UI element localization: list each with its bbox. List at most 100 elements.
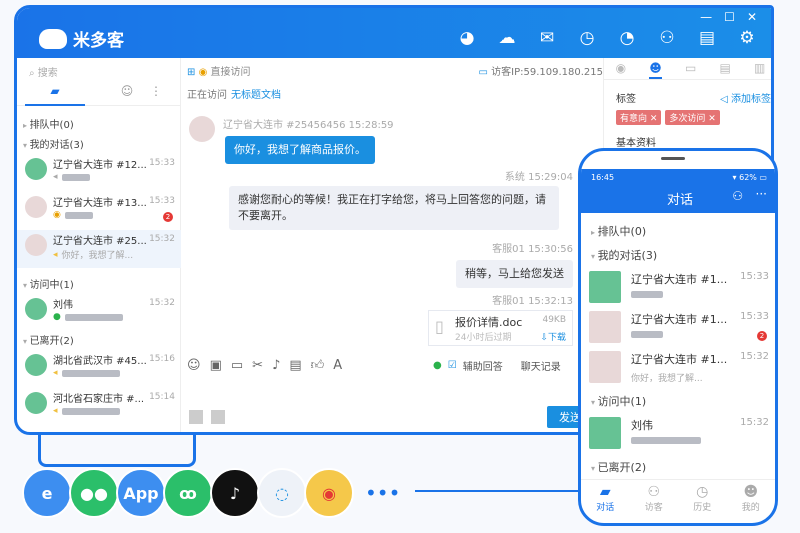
message-meta: 辽宁省大连市 #25456456 15:28:59 bbox=[223, 120, 394, 131]
clock-icon[interactable]: ◷ bbox=[577, 28, 597, 48]
visiting-page-link[interactable]: 无标题文档 bbox=[231, 90, 281, 101]
group-visiting[interactable]: 访问中(1) bbox=[23, 276, 74, 291]
download-link[interactable]: ⇩下载 bbox=[540, 330, 566, 343]
item-preview: 你好，我想了解... bbox=[631, 374, 703, 384]
download-label: 下载 bbox=[547, 333, 566, 343]
scissors-icon[interactable]: ✂ bbox=[252, 358, 263, 373]
list-item[interactable]: 刘伟 15:32 ● bbox=[17, 294, 181, 332]
group-visiting[interactable]: 访问中(1) bbox=[591, 393, 647, 409]
cloud-icon[interactable]: ☁ bbox=[497, 28, 517, 48]
visitor-card-icon[interactable]: ☻ bbox=[649, 61, 662, 79]
add-tag-button[interactable]: ◁ 添加标签 bbox=[720, 90, 771, 105]
book-icon[interactable]: ▥ bbox=[754, 61, 765, 79]
add-tag-label: 添加标签 bbox=[731, 94, 771, 105]
input-toolbar: ☺ ▣ ▭ ✂ ♪ ▤ 👍︎ A bbox=[187, 358, 342, 373]
weibo-icon: ◉ bbox=[304, 468, 354, 518]
close-button[interactable]: ✕ bbox=[747, 10, 757, 24]
folder-icon[interactable]: ▭ bbox=[231, 358, 243, 373]
avatar bbox=[589, 351, 621, 383]
microphone-icon[interactable]: ♪ bbox=[272, 358, 280, 373]
list-item[interactable]: 河北省石家庄市 #... 15:14 ◂ bbox=[17, 388, 181, 426]
thumbs-up-icon[interactable]: 👍︎ bbox=[311, 358, 325, 373]
clock-icon: ◷ bbox=[696, 484, 709, 500]
card-icon[interactable]: ▤ bbox=[289, 358, 301, 373]
phone-header: 16:45 ▾ 62% ▭ 对话 ⚇ ··· bbox=[581, 169, 775, 213]
visitor-ip: ▭ 访客IP:59.109.180.215 bbox=[478, 63, 603, 78]
assist-checkbox[interactable]: ☑ bbox=[448, 360, 457, 371]
dashboard-icon[interactable]: ◕ bbox=[457, 28, 477, 48]
list-item[interactable]: 辽宁省大连市 #25... 15:32 ◂ 你好，我想了解... bbox=[17, 230, 181, 268]
list-item[interactable]: 辽宁省大连市 #1... 15:33 2 bbox=[581, 309, 775, 351]
nav-me[interactable]: ☻ 我的 bbox=[742, 484, 760, 523]
item-time: 15:33 bbox=[149, 196, 175, 206]
item-preview: 你好，我想了解... bbox=[61, 251, 134, 261]
avatar bbox=[25, 298, 47, 320]
item-time: 15:32 bbox=[740, 417, 769, 428]
nav-history[interactable]: ◷ 历史 bbox=[693, 484, 711, 523]
minimize-button[interactable]: — bbox=[700, 10, 712, 24]
nav-label: 对话 bbox=[596, 503, 615, 513]
ticket-icon[interactable]: ▤ bbox=[720, 61, 731, 79]
item-time: 15:32 bbox=[149, 234, 175, 244]
group-left[interactable]: 已离开(2) bbox=[591, 459, 647, 475]
list-item[interactable]: 辽宁省大连市 #1... 15:33 bbox=[581, 269, 775, 311]
item-name: 辽宁省大连市 #12... bbox=[53, 160, 147, 171]
more-icon[interactable]: ⋮ bbox=[141, 84, 171, 106]
group-queue[interactable]: 排队中(0) bbox=[23, 116, 74, 131]
pen-icon[interactable] bbox=[189, 410, 203, 424]
item-time: 15:33 bbox=[740, 271, 769, 282]
status-battery: ▾ 62% ▭ bbox=[732, 173, 767, 182]
tag[interactable]: 有意向 ✕ bbox=[616, 110, 662, 125]
douyin-icon: ♪ bbox=[210, 468, 260, 518]
tab-chats[interactable]: ▰ bbox=[25, 84, 85, 106]
emoji-icon[interactable]: ☺ bbox=[187, 358, 201, 373]
group-mine[interactable]: 我的对话(3) bbox=[23, 136, 84, 151]
channel-icons: e ●● App ꝏ ♪ ◌ ◉ ••• bbox=[22, 468, 400, 518]
basic-info-label: 基本资料 bbox=[616, 138, 656, 149]
list-item[interactable]: 辽宁省大连市 #13... 15:33 ◉ 2 bbox=[17, 192, 181, 230]
list-item[interactable]: 湖北省武汉市 #45... 15:16 ◂ bbox=[17, 350, 181, 388]
nav-label: 历史 bbox=[693, 503, 712, 513]
chat-history-link[interactable]: 聊天记录 bbox=[521, 358, 561, 373]
avatar bbox=[589, 417, 621, 449]
item-name: 辽宁省大连市 #25... bbox=[53, 236, 147, 247]
file-card[interactable]: ▯ 报价详情.doc 49KB 24小时后过期 ⇩下载 bbox=[428, 310, 573, 346]
app-icon: App bbox=[116, 468, 166, 518]
web-icon: ◂ bbox=[53, 368, 58, 378]
avatar bbox=[589, 271, 621, 303]
tag-label: 多次访问 bbox=[669, 114, 706, 124]
title-bar: 米多客 — ☐ ✕ ◕ ☁ ✉ ◷ ◔ ⚇ ▤ ⚙ bbox=[17, 8, 771, 58]
more-icon[interactable]: ··· bbox=[756, 187, 767, 201]
list-item[interactable]: 辽宁省大连市 #1... 15:32 你好，我想了解... bbox=[581, 349, 775, 391]
mail-icon[interactable]: ✉ bbox=[537, 28, 557, 48]
settings-icon[interactable]: ⚙ bbox=[737, 28, 757, 48]
ip-text: 访客IP:59.109.180.215 bbox=[491, 67, 603, 78]
team-icon[interactable]: ⚇ bbox=[657, 28, 677, 48]
chart-icon[interactable]: ◔ bbox=[617, 28, 637, 48]
note-icon[interactable] bbox=[211, 410, 225, 424]
list-item[interactable]: 刘伟 15:32 bbox=[581, 415, 775, 457]
nav-visitors[interactable]: ⚇ 访客 bbox=[645, 484, 663, 523]
tag[interactable]: 多次访问 ✕ bbox=[665, 110, 720, 125]
message-icon[interactable]: ▭ bbox=[685, 61, 696, 79]
text-icon[interactable]: A bbox=[333, 358, 342, 373]
nav-chats[interactable]: ▰ 对话 bbox=[596, 484, 614, 523]
maximize-button[interactable]: ☐ bbox=[724, 10, 735, 24]
status-time: 16:45 bbox=[591, 173, 615, 182]
group-mine[interactable]: 我的对话(3) bbox=[591, 247, 658, 263]
image-icon[interactable]: ▣ bbox=[210, 358, 222, 373]
eye-icon[interactable]: ◉ bbox=[616, 61, 626, 79]
group-queue[interactable]: 排队中(0) bbox=[591, 223, 647, 239]
chat-panel: ⊞ ◉ 直接访问 ▭ 访客IP:59.109.180.215 正在访问 无标题文档… bbox=[181, 58, 603, 432]
visiting-label: 正在访问 bbox=[187, 90, 227, 101]
item-name: 湖北省武汉市 #45... bbox=[53, 356, 147, 367]
contacts-icon[interactable]: ⚇ bbox=[732, 189, 743, 203]
tag-label: 有意向 bbox=[620, 114, 648, 124]
wecom-icon: ◌ bbox=[257, 468, 307, 518]
group-left[interactable]: 已离开(2) bbox=[23, 332, 74, 347]
mini-program-icon: ꝏ bbox=[163, 468, 213, 518]
search-input[interactable]: ⌕ 搜索 bbox=[29, 64, 58, 79]
list-item[interactable]: 辽宁省大连市 #12... 15:33 ◂ bbox=[17, 154, 181, 192]
calendar-icon[interactable]: ▤ bbox=[697, 28, 717, 48]
chrome-icon: ◉ bbox=[198, 67, 208, 78]
